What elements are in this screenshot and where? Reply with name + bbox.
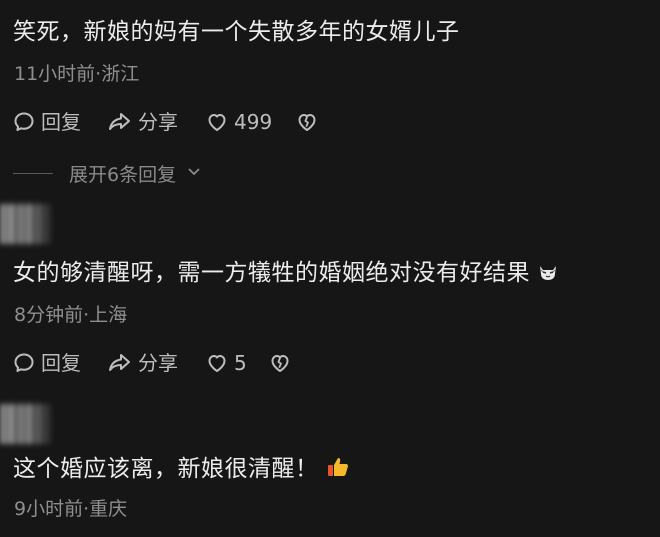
avatar[interactable] (0, 404, 54, 444)
comment-text-content: 女的够清醒呀，需一方犠牲的婚姻绝对没有好结果 (13, 260, 530, 286)
comment-bubble-icon (12, 351, 36, 375)
comment-text: 这个婚应该离，新娘很清醒！ (13, 454, 351, 488)
heart-icon (205, 110, 229, 134)
chevron-down-icon (186, 162, 202, 184)
share-arrow-icon (107, 110, 133, 134)
divider (13, 172, 53, 174)
broken-heart-icon (295, 110, 319, 134)
broken-heart-icon (268, 351, 292, 375)
expand-replies-button[interactable]: 展开6条回复 (13, 158, 202, 188)
dislike-button[interactable] (295, 107, 319, 137)
comment-meta: 11小时前·浙江 (14, 63, 140, 85)
reply-label: 回复 (41, 110, 81, 134)
expand-replies-label: 展开6条回复 (69, 163, 177, 186)
dislike-button[interactable] (268, 348, 292, 378)
like-count: 5 (234, 351, 247, 375)
reply-label: 回复 (41, 351, 81, 375)
like-button[interactable]: 5 (205, 348, 247, 378)
comment-meta: 9小时前·重庆 (14, 498, 128, 520)
comment-meta: 8分钟前·上海 (14, 304, 128, 326)
comment-text: 笑死，新娘的妈有一个失散多年的女婿儿子 (13, 19, 460, 45)
cat-face-icon (536, 260, 560, 292)
thumbs-up-icon (325, 454, 351, 488)
comment-text-content: 这个婚应该离，新娘很清醒！ (13, 456, 319, 482)
like-count: 499 (234, 110, 273, 134)
heart-icon (205, 351, 229, 375)
like-button[interactable]: 499 (205, 107, 272, 137)
comment-text: 女的够清醒呀，需一方犠牲的婚姻绝对没有好结果 (13, 258, 560, 292)
share-label: 分享 (138, 110, 178, 134)
share-button[interactable]: 分享 (107, 348, 178, 378)
reply-button[interactable]: 回复 (12, 348, 81, 378)
share-button[interactable]: 分享 (107, 107, 178, 137)
comment-bubble-icon (12, 110, 36, 134)
share-label: 分享 (138, 351, 178, 375)
reply-button[interactable]: 回复 (12, 107, 81, 137)
share-arrow-icon (107, 351, 133, 375)
avatar[interactable] (0, 204, 54, 244)
